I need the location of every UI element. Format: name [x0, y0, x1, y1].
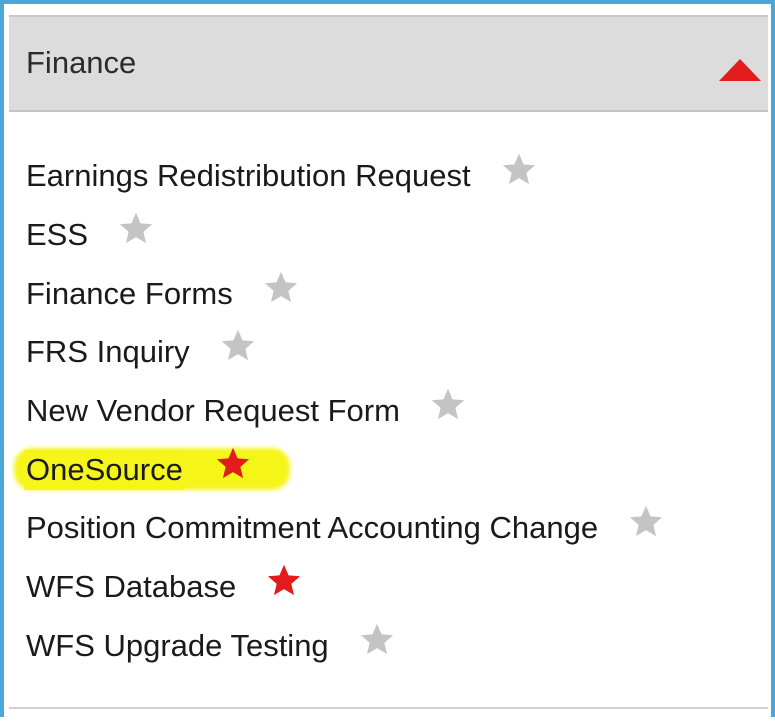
divider: [9, 707, 768, 709]
star-empty-icon[interactable]: [628, 503, 664, 539]
list-item: New Vendor Request Form: [26, 382, 664, 441]
finance-panel: Finance Earnings Redistribution Request …: [9, 15, 768, 721]
link-ess[interactable]: ESS: [26, 215, 88, 255]
link-finance-forms[interactable]: Finance Forms: [26, 274, 233, 314]
star-empty-icon[interactable]: [359, 621, 395, 657]
list-item: WFS Database: [26, 558, 664, 617]
star-empty-icon[interactable]: [501, 151, 537, 187]
list-item: Position Commitment Accounting Change: [26, 499, 664, 558]
link-wfs-database[interactable]: WFS Database: [26, 567, 236, 607]
link-frs-inquiry[interactable]: FRS Inquiry: [26, 332, 190, 372]
finance-panel-header[interactable]: Finance: [9, 17, 768, 112]
star-empty-icon[interactable]: [430, 386, 466, 422]
star-empty-icon[interactable]: [220, 327, 256, 363]
star-empty-icon[interactable]: [118, 210, 154, 246]
list-item-highlighted: OneSource: [24, 440, 664, 499]
list-item: Earnings Redistribution Request: [26, 147, 664, 206]
link-new-vendor-request-form[interactable]: New Vendor Request Form: [26, 391, 400, 431]
list-item: FRS Inquiry: [26, 323, 664, 382]
list-item: ESS: [26, 206, 664, 265]
collapse-triangle-icon[interactable]: [719, 59, 761, 81]
panel-title: Finance: [26, 45, 137, 80]
link-position-commitment-accounting-change[interactable]: Position Commitment Accounting Change: [26, 508, 598, 548]
link-onesource[interactable]: OneSource: [24, 449, 185, 490]
star-empty-icon[interactable]: [263, 269, 299, 305]
list-item: Finance Forms: [26, 264, 664, 323]
star-filled-icon[interactable]: [266, 562, 302, 598]
finance-link-list: Earnings Redistribution Request ESS Fina…: [24, 147, 664, 676]
star-filled-icon[interactable]: [215, 445, 251, 481]
link-wfs-upgrade-testing[interactable]: WFS Upgrade Testing: [26, 626, 329, 666]
list-item: WFS Upgrade Testing: [26, 617, 664, 676]
link-earnings-redistribution-request[interactable]: Earnings Redistribution Request: [26, 156, 471, 196]
blue-frame: Finance Earnings Redistribution Request …: [0, 0, 775, 721]
